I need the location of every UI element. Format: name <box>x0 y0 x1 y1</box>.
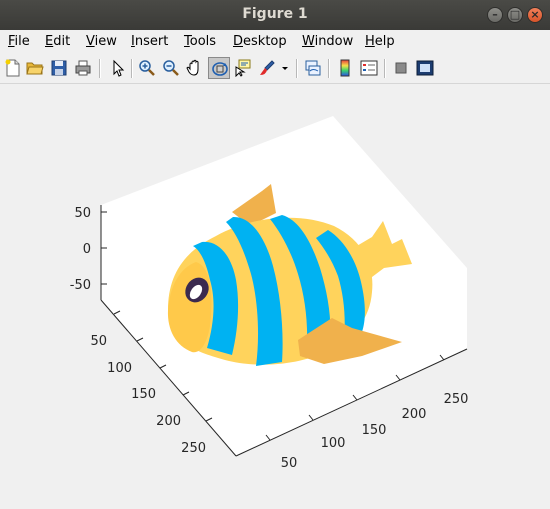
x-tick-label: 100 <box>321 436 346 451</box>
zoom-out-icon[interactable] <box>160 57 182 79</box>
maximize-button[interactable]: □ <box>507 7 523 23</box>
menu-insert[interactable]: Insert <box>131 34 168 49</box>
axes-3d[interactable]: 50 0 -50 50 100 150 200 250 50 100 150 2… <box>0 84 550 505</box>
toolbar-separator <box>296 59 298 78</box>
colorbar-icon[interactable] <box>334 57 356 79</box>
open-file-icon[interactable] <box>24 57 46 79</box>
menu-bar: File Edit View Insert Tools Desktop Wind… <box>0 30 550 74</box>
minimize-icon: – <box>492 8 498 21</box>
menu-help[interactable]: Help <box>365 34 395 49</box>
legend-icon[interactable] <box>358 57 380 79</box>
z-tick-label: 50 <box>74 206 91 221</box>
x-tick-label: 150 <box>362 423 387 438</box>
title-bar[interactable]: Figure 1 – □ × <box>0 0 550 30</box>
toolbar-separator <box>328 59 330 78</box>
toolbar <box>0 54 550 84</box>
menu-file[interactable]: File <box>8 34 30 49</box>
toolbar-separator <box>99 59 101 78</box>
z-tick-label: -50 <box>70 278 91 293</box>
data-cursor-icon[interactable] <box>232 57 254 79</box>
y-tick-label: 200 <box>156 414 181 429</box>
y-tick-label: 250 <box>181 441 206 456</box>
y-tick-label: 100 <box>107 361 132 376</box>
x-tick-label: 200 <box>402 407 427 422</box>
toolbar-separator <box>131 59 133 78</box>
y-tick-label: 50 <box>90 334 107 349</box>
save-icon[interactable] <box>48 57 70 79</box>
zoom-in-icon[interactable] <box>136 57 158 79</box>
menu-tools[interactable]: Tools <box>184 34 216 49</box>
edit-plot-arrow-icon[interactable] <box>106 57 128 79</box>
x-tick-label: 250 <box>444 392 469 407</box>
show-plot-tools-icon[interactable] <box>414 57 436 79</box>
maximize-icon: □ <box>509 8 521 21</box>
figure-window: Figure 1 – □ × File Edit View Insert Too… <box>0 0 550 505</box>
pan-hand-icon[interactable] <box>184 57 206 79</box>
figure-canvas[interactable]: 50 0 -50 50 100 150 200 250 50 100 150 2… <box>0 84 550 505</box>
toolbar-separator <box>384 59 386 78</box>
menu-view[interactable]: View <box>86 34 117 49</box>
link-plot-icon[interactable] <box>302 57 324 79</box>
window-title: Figure 1 <box>242 6 308 22</box>
y-tick-label: 150 <box>131 387 156 402</box>
brush-icon[interactable] <box>256 57 278 79</box>
x-tick-label: 50 <box>281 456 298 471</box>
hide-plot-tools-icon[interactable] <box>390 57 412 79</box>
menu-window[interactable]: Window <box>302 34 353 49</box>
minimize-button[interactable]: – <box>487 7 503 23</box>
close-button[interactable]: × <box>527 7 543 23</box>
print-icon[interactable] <box>72 57 94 79</box>
z-tick-label: 0 <box>83 242 91 257</box>
brush-dropdown-icon[interactable] <box>279 57 291 79</box>
close-icon: × <box>530 8 540 21</box>
menu-desktop[interactable]: Desktop <box>233 34 287 49</box>
new-figure-icon[interactable] <box>2 57 24 79</box>
rotate-3d-icon[interactable] <box>208 57 230 79</box>
menu-edit[interactable]: Edit <box>45 34 70 49</box>
